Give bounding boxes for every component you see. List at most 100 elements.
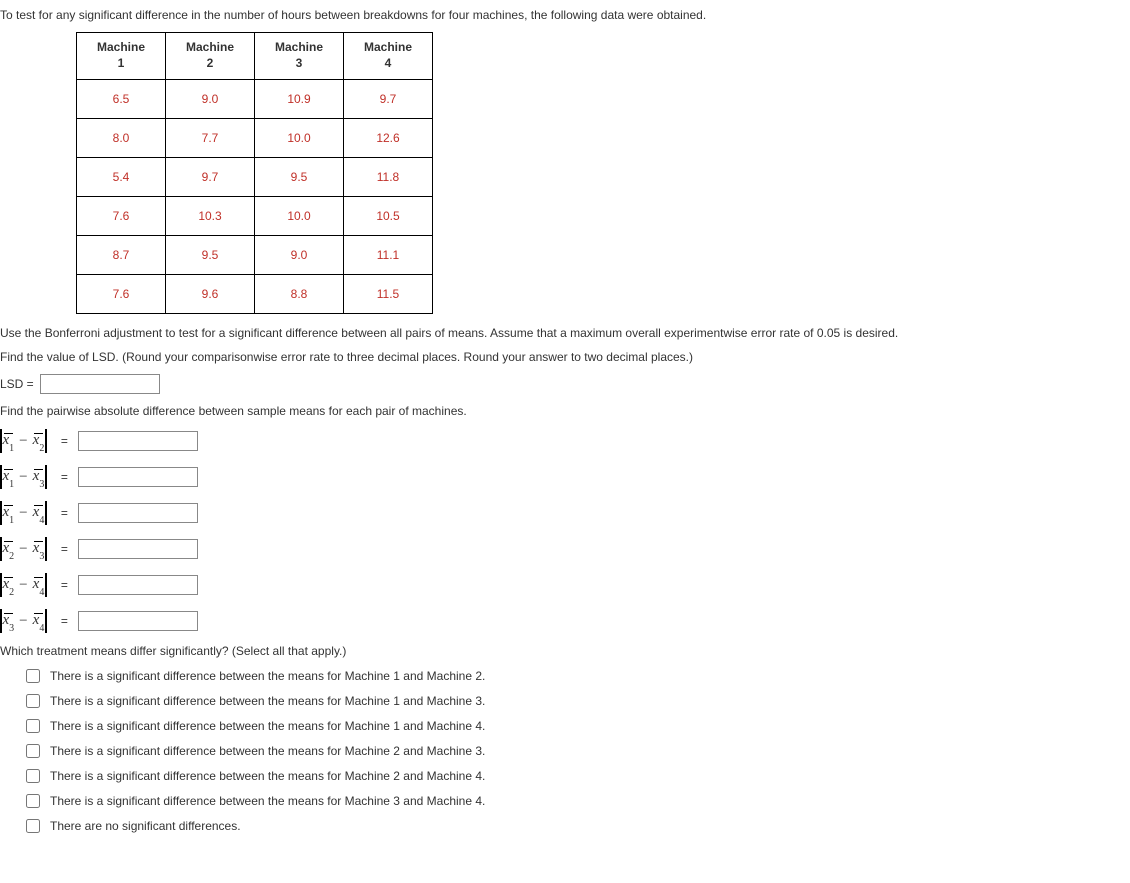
table-cell: 9.6 [166, 275, 255, 314]
table-cell: 8.0 [77, 119, 166, 158]
option-row[interactable]: There is a significant difference betwee… [26, 694, 1130, 708]
option-checkbox[interactable] [26, 694, 40, 708]
table-row: 8.07.710.012.6 [77, 119, 433, 158]
pairwise-row: x2−x3= [0, 536, 1130, 562]
xbar-symbol: x1 [3, 468, 15, 487]
option-row[interactable]: There is a significant difference betwee… [26, 769, 1130, 783]
option-checkbox[interactable] [26, 719, 40, 733]
table-cell: 5.4 [77, 158, 166, 197]
xbar-symbol: x3 [33, 468, 45, 487]
option-row[interactable]: There is a significant difference betwee… [26, 794, 1130, 808]
intro-text: To test for any significant difference i… [0, 8, 1130, 22]
abs-bar-icon [45, 465, 47, 489]
xbar-symbol: x2 [3, 540, 15, 559]
minus-icon: − [19, 577, 27, 594]
table-cell: 7.6 [77, 197, 166, 236]
table-row: 7.610.310.010.5 [77, 197, 433, 236]
table-header: Machine4 [344, 33, 433, 80]
xbar-symbol: x2 [33, 432, 45, 451]
table-cell: 6.5 [77, 80, 166, 119]
table-cell: 10.0 [255, 197, 344, 236]
table-cell: 9.5 [166, 236, 255, 275]
table-row: 6.59.010.99.7 [77, 80, 433, 119]
lsd-input[interactable] [40, 374, 160, 394]
table-header: Machine1 [77, 33, 166, 80]
paragraph-pairwise-instr: Find the pairwise absolute difference be… [0, 404, 1130, 418]
pairwise-input-1-3[interactable] [78, 467, 198, 487]
pairwise-input-2-4[interactable] [78, 575, 198, 595]
table-cell: 10.9 [255, 80, 344, 119]
table-cell: 7.6 [77, 275, 166, 314]
minus-icon: − [19, 541, 27, 558]
option-checkbox[interactable] [26, 794, 40, 808]
equals-label: = [61, 434, 68, 448]
lsd-label: LSD = [0, 377, 34, 391]
option-row[interactable]: There is a significant difference betwee… [26, 669, 1130, 683]
abs-diff-expression: x1−x4 [0, 500, 47, 526]
equals-label: = [61, 614, 68, 628]
abs-bar-icon [0, 609, 2, 633]
abs-bar-icon [45, 501, 47, 525]
abs-bar-icon [0, 465, 2, 489]
table-cell: 9.7 [166, 158, 255, 197]
option-row[interactable]: There is a significant difference betwee… [26, 744, 1130, 758]
table-cell: 9.7 [344, 80, 433, 119]
xbar-symbol: x3 [33, 540, 45, 559]
minus-icon: − [19, 469, 27, 486]
table-row: 8.79.59.011.1 [77, 236, 433, 275]
xbar-symbol: x4 [33, 612, 45, 631]
pairwise-input-2-3[interactable] [78, 539, 198, 559]
table-cell: 10.5 [344, 197, 433, 236]
option-checkbox[interactable] [26, 819, 40, 833]
abs-bar-icon [0, 429, 2, 453]
equals-label: = [61, 470, 68, 484]
paragraph-bonferroni: Use the Bonferroni adjustment to test fo… [0, 326, 1130, 340]
question-text: Which treatment means differ significant… [0, 644, 1130, 658]
abs-bar-icon [0, 501, 2, 525]
table-cell: 8.7 [77, 236, 166, 275]
abs-diff-expression: x1−x3 [0, 464, 47, 490]
table-cell: 9.0 [255, 236, 344, 275]
table-cell: 11.8 [344, 158, 433, 197]
xbar-symbol: x2 [3, 576, 15, 595]
pairwise-input-1-2[interactable] [78, 431, 198, 451]
pairwise-row: x1−x4 = [0, 500, 1130, 526]
paragraph-lsd-instr: Find the value of LSD. (Round your compa… [0, 350, 1130, 364]
option-checkbox[interactable] [26, 669, 40, 683]
abs-diff-expression: x2−x4 [0, 572, 47, 598]
xbar-symbol: x1 [3, 504, 15, 523]
table-row: 7.69.68.811.5 [77, 275, 433, 314]
option-label: There is a significant difference betwee… [50, 719, 485, 733]
table-header: Machine2 [166, 33, 255, 80]
table-cell: 8.8 [255, 275, 344, 314]
pairwise-input-1-4[interactable] [78, 503, 198, 523]
option-label: There are no significant differences. [50, 819, 241, 833]
option-label: There is a significant difference betwee… [50, 744, 485, 758]
abs-bar-icon [45, 537, 47, 561]
table-cell: 9.0 [166, 80, 255, 119]
pairwise-row: x1−x2 = [0, 428, 1130, 454]
option-label: There is a significant difference betwee… [50, 694, 485, 708]
table-cell: 12.6 [344, 119, 433, 158]
option-row[interactable]: There are no significant differences. [26, 819, 1130, 833]
equals-label: = [61, 506, 68, 520]
abs-bar-icon [0, 537, 2, 561]
xbar-symbol: x3 [3, 612, 15, 631]
option-checkbox[interactable] [26, 744, 40, 758]
xbar-symbol: x4 [33, 504, 45, 523]
table-cell: 10.0 [255, 119, 344, 158]
table-row: 5.49.79.511.8 [77, 158, 433, 197]
abs-bar-icon [45, 573, 47, 597]
table-cell: 7.7 [166, 119, 255, 158]
abs-diff-expression: x1−x2 [0, 428, 47, 454]
pairwise-row: x1−x3 = [0, 464, 1130, 490]
option-label: There is a significant difference betwee… [50, 669, 485, 683]
option-row[interactable]: There is a significant difference betwee… [26, 719, 1130, 733]
option-checkbox[interactable] [26, 769, 40, 783]
abs-bar-icon [0, 573, 2, 597]
table-header: Machine3 [255, 33, 344, 80]
abs-diff-expression: x2−x3 [0, 536, 47, 562]
option-label: There is a significant difference betwee… [50, 794, 485, 808]
pairwise-input-3-4[interactable] [78, 611, 198, 631]
pairwise-row: x3−x4= [0, 608, 1130, 634]
